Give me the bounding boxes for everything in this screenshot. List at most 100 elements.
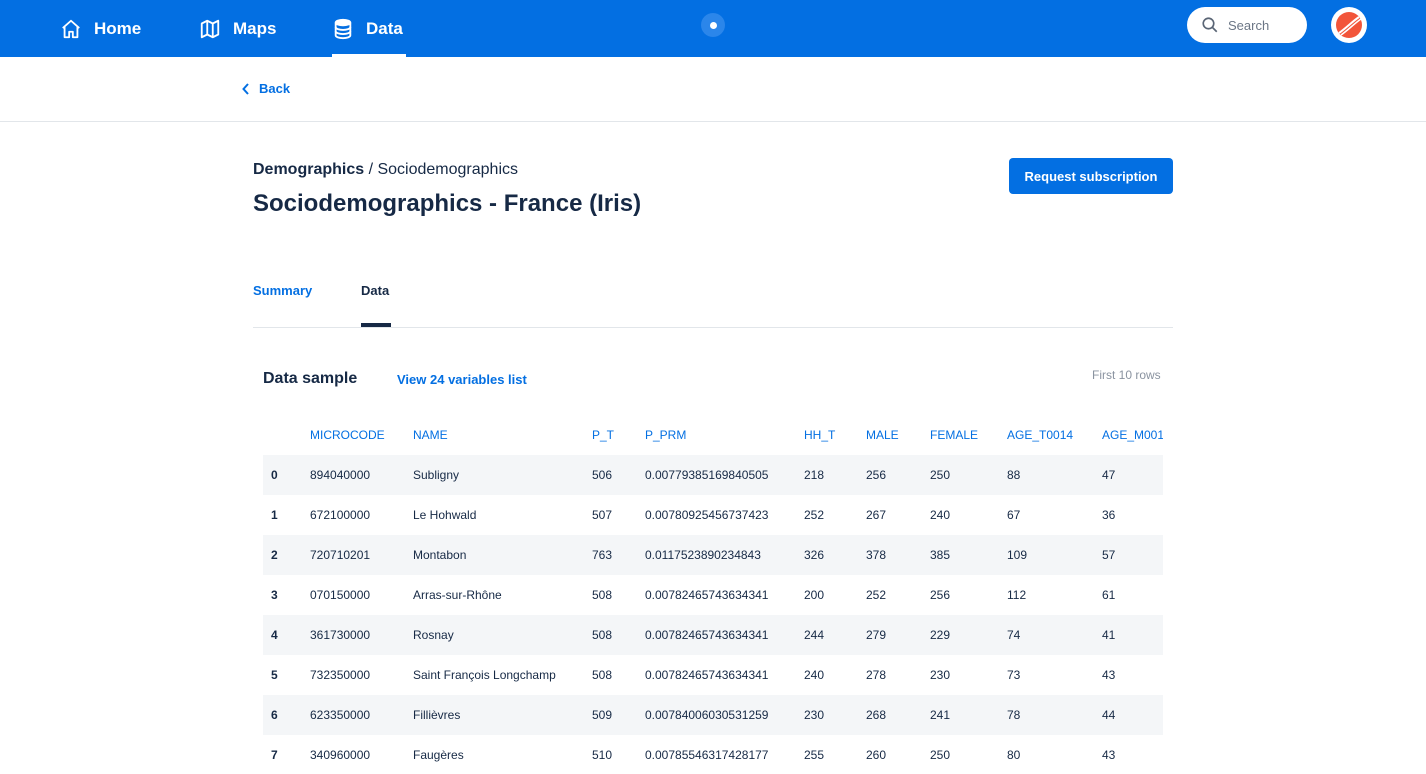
table-row: 5 732350000 Saint François Longchamp 508 0.0…: [263, 655, 1163, 695]
table-cell: 88: [1007, 468, 1021, 482]
table-cell: 241: [930, 708, 951, 722]
table-cell: 36: [1102, 508, 1116, 522]
table-cell: 43: [1102, 668, 1116, 682]
table-cell: 506: [592, 468, 613, 482]
table-cell: 74: [1007, 628, 1021, 642]
table-cell: 252: [866, 588, 887, 602]
column-header[interactable]: MALE: [866, 415, 930, 455]
table-cell: 267: [866, 508, 887, 522]
nav-home-label: Home: [94, 18, 142, 38]
table-cell: 0.00784006030531259: [645, 708, 769, 722]
table-cell: 0.00779385169840505: [645, 468, 769, 482]
back-label: Back: [259, 81, 291, 96]
table-cell: 623350000: [310, 708, 371, 722]
index-header: [263, 415, 310, 455]
nav-data[interactable]: Data: [332, 0, 406, 57]
avatar[interactable]: [1331, 7, 1367, 43]
table-cell: 218: [804, 468, 825, 482]
table-cell: 508: [592, 668, 613, 682]
breadcrumb-separator: /: [364, 161, 378, 178]
nav-home[interactable]: Home: [60, 0, 141, 57]
table-row: 7 340960000 Faugères 510 0.00785546317428177…: [263, 735, 1163, 774]
table-cell: 250: [930, 468, 951, 482]
rows-note: First 10 rows: [1092, 368, 1161, 382]
column-header[interactable]: AGE_T0014: [1007, 415, 1102, 455]
table-cell: 109: [1007, 548, 1028, 562]
page-title: Sociodemographics - France (Iris): [253, 190, 642, 217]
tab-summary[interactable]: Summary: [253, 283, 312, 298]
nav-data-label: Data: [366, 18, 403, 38]
table-header-row: MICROCODE NAME P_T P_PRM HH_T MALE FEMALE AGE_T…: [263, 415, 1163, 455]
column-header[interactable]: HH_T: [804, 415, 866, 455]
table-cell: 720710201: [310, 548, 371, 562]
table-cell: Rosnay: [413, 628, 454, 642]
table-row: 2 720710201 Montabon 763 0.0117523890234843 3…: [263, 535, 1163, 575]
table-cell: 0.0117523890234843: [645, 548, 761, 562]
table-row: 6 623350000 Fillièvres 509 0.007840060305312…: [263, 695, 1163, 735]
table-cell: 279: [866, 628, 887, 642]
chevron-left-icon: [242, 82, 249, 95]
table-cell: 43: [1102, 748, 1116, 762]
table-cell: 256: [866, 468, 887, 482]
table-cell: 61: [1102, 588, 1116, 602]
table-cell: 507: [592, 508, 613, 522]
table-cell: 894040000: [310, 468, 371, 482]
table-cell: 252: [804, 508, 825, 522]
status-dot: [701, 13, 725, 37]
table-cell: 57: [1102, 548, 1116, 562]
table-row: 0 894040000 Subligny 506 0.00779385169840505…: [263, 455, 1163, 495]
table-cell: 508: [592, 588, 613, 602]
breadcrumb-parent[interactable]: Demographics: [253, 161, 364, 178]
table-cell: 229: [930, 628, 951, 642]
table-cell: 361730000: [310, 628, 371, 642]
tab-data[interactable]: Data: [361, 283, 391, 327]
table-cell: 268: [866, 708, 887, 722]
table-cell: 112: [1007, 588, 1027, 602]
table-cell: 278: [866, 668, 887, 682]
view-variables-link[interactable]: View 24 variables list: [397, 372, 527, 387]
tab-bar: Summary Data: [253, 275, 1173, 328]
table-cell: Saint François Longchamp: [413, 668, 556, 682]
nav-maps-label: Maps: [233, 18, 277, 38]
table-cell: Subligny: [413, 468, 460, 482]
table-cell: Fillièvres: [413, 708, 461, 722]
table-cell: 44: [1102, 708, 1116, 722]
table-cell: 0.00782465743634341: [645, 588, 769, 602]
column-header[interactable]: P_T: [592, 415, 645, 455]
search-box[interactable]: [1187, 7, 1307, 43]
table-cell: 0.00785546317428177: [645, 748, 769, 762]
tab-data-label: Data: [361, 283, 390, 298]
search-icon: [1202, 17, 1218, 33]
column-header[interactable]: P_PRM: [645, 415, 804, 455]
table-cell: 672100000: [310, 508, 371, 522]
table-cell: 240: [930, 508, 951, 522]
table-cell: Arras-sur-Rhône: [413, 588, 502, 602]
table-cell: 763: [592, 548, 613, 562]
data-table: MICROCODE NAME P_T P_PRM HH_T MALE FEMALE AGE_T…: [263, 415, 1163, 774]
table-cell: 256: [930, 588, 951, 602]
request-subscription-button[interactable]: Request subscription: [1009, 158, 1173, 194]
breadcrumb-current: Sociodemographics: [377, 161, 519, 178]
back-link[interactable]: Back: [242, 81, 290, 96]
column-header[interactable]: AGE_M0014: [1102, 415, 1163, 455]
table-row: 1 672100000 Le Hohwald 507 0.007809254567374…: [263, 495, 1163, 535]
data-table-container[interactable]: MICROCODE NAME P_T P_PRM HH_T MALE FEMALE AGE_T…: [263, 415, 1163, 774]
home-icon: [62, 19, 80, 38]
search-input[interactable]: [1228, 17, 1298, 33]
table-cell: 508: [592, 628, 613, 642]
column-header[interactable]: NAME: [413, 415, 592, 455]
table-cell: 244: [804, 628, 825, 642]
data-sample-title: Data sample: [263, 370, 358, 387]
row-index: 2: [271, 548, 278, 562]
row-index: 6: [271, 708, 278, 722]
column-header[interactable]: FEMALE: [930, 415, 1007, 455]
table-cell: 41: [1102, 628, 1116, 642]
table-cell: 240: [804, 668, 825, 682]
column-header[interactable]: MICROCODE: [310, 415, 413, 455]
table-cell: 385: [930, 548, 951, 562]
row-index: 1: [271, 508, 278, 522]
nav-maps[interactable]: Maps: [199, 0, 276, 57]
row-index: 4: [271, 628, 278, 642]
row-index: 5: [271, 668, 278, 682]
table-cell: 070150000: [310, 588, 371, 602]
